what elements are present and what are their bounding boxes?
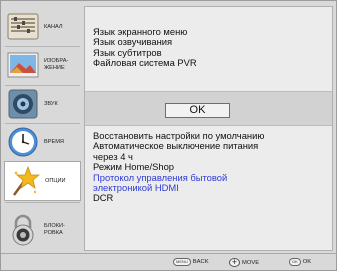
sidebar-label-time: ВРЕМЯ — [44, 138, 64, 145]
channel-icon — [7, 13, 39, 40]
speaker-icon — [8, 89, 38, 119]
menu-item-hdmi-cec-line2[interactable]: электроникой HDMI — [93, 182, 264, 193]
picture-icon — [7, 52, 39, 78]
sidebar-label-lock: БЛОКИ- РОВКА — [44, 223, 65, 236]
padlock-icon — [12, 214, 34, 246]
top-options-list: Язык экранного меню Язык озвучивания Язы… — [93, 26, 197, 69]
hint-back: MENU BACK — [173, 258, 209, 266]
sidebar: КАНАЛ ИЗОБРА- ЖЕНИЕ ЗВУК ВРЕМЯ ОПЦИИ БЛО… — [1, 1, 84, 252]
hint-ok-label: OK — [302, 259, 312, 265]
menu-item-pvr-filesystem[interactable]: Файловая система PVR — [93, 57, 197, 68]
hint-move-label: MOVE — [242, 259, 260, 266]
hint-back-label: BACK — [192, 259, 209, 265]
osd-frame: КАНАЛ ИЗОБРА- ЖЕНИЕ ЗВУК ВРЕМЯ ОПЦИИ БЛО… — [0, 0, 337, 271]
sidebar-item-options[interactable]: ОПЦИИ — [4, 161, 81, 201]
menu-key-icon: MENU — [173, 258, 191, 266]
sidebar-label-sound: ЗВУК — [44, 100, 58, 107]
menu-item-dcr[interactable]: DCR — [93, 193, 264, 204]
options-panel: Язык экранного меню Язык озвучивания Язы… — [84, 6, 333, 251]
hint-ok: OK OK — [289, 258, 311, 266]
sidebar-item-lock[interactable]: БЛОКИ- РОВКА — [4, 209, 81, 251]
hint-move: + MOVE — [229, 258, 259, 267]
divider — [5, 202, 80, 203]
dpad-icon: + — [229, 258, 240, 267]
sidebar-label-channel: КАНАЛ — [44, 23, 63, 30]
sidebar-item-sound[interactable]: ЗВУК — [4, 85, 81, 123]
bottom-options-list: Восстановить настройки по умолчанию Авто… — [93, 130, 264, 204]
star-wand-icon — [12, 165, 40, 196]
sidebar-item-channel[interactable]: КАНАЛ — [4, 8, 81, 46]
clock-icon — [8, 127, 38, 157]
sidebar-item-picture[interactable]: ИЗОБРА- ЖЕНИЕ — [4, 46, 81, 84]
sidebar-label-picture: ИЗОБРА- ЖЕНИЕ — [44, 58, 69, 71]
ok-button[interactable]: OK — [165, 103, 230, 118]
sidebar-item-time[interactable]: ВРЕМЯ — [4, 123, 81, 161]
ok-band: OK — [85, 91, 332, 126]
sidebar-label-options: ОПЦИИ — [45, 177, 66, 184]
hint-bar: MENU BACK + MOVE OK OK — [1, 253, 337, 271]
ok-key-icon: OK — [289, 258, 301, 266]
